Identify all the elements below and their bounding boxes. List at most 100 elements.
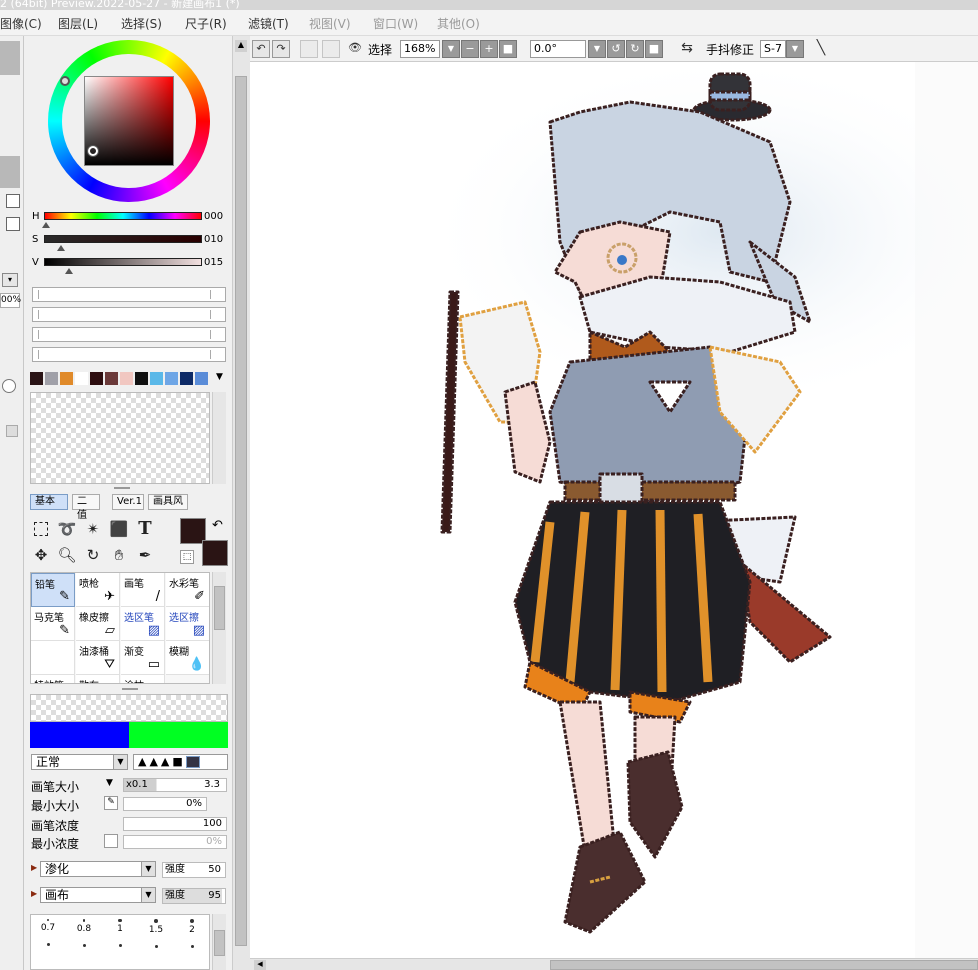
empty-slider-4[interactable] <box>32 347 226 362</box>
line-tool-icon[interactable]: ╲ <box>812 40 830 58</box>
move-icon[interactable]: ✥ <box>30 544 52 566</box>
hand-icon[interactable]: ✋︎ <box>108 544 130 566</box>
brush-slot[interactable]: 散布 <box>76 675 120 683</box>
brush-slot[interactable]: 模糊 💧 <box>166 641 209 675</box>
layer-mode-icon[interactable] <box>2 379 16 393</box>
lasso-icon[interactable]: ➰ <box>56 518 78 540</box>
swatch-menu-icon[interactable]: ▼ <box>216 372 223 382</box>
menu-other[interactable]: 其他(O) <box>437 15 480 32</box>
menu-filter[interactable]: 滤镜(T) <box>248 15 289 32</box>
brush-slot[interactable] <box>31 641 75 675</box>
size-preset[interactable]: 1 <box>103 915 137 953</box>
rotation-dropdown-icon[interactable]: ▼ <box>588 40 606 58</box>
zoom-dropdown-icon[interactable]: ▼ <box>442 40 460 58</box>
brush-slot[interactable]: 喷枪 ✈ <box>76 573 120 607</box>
color-swatch[interactable] <box>120 372 133 385</box>
min-size-pressure-icon[interactable]: ✎ <box>104 796 118 810</box>
size-preset[interactable]: 0.7 <box>31 915 65 953</box>
panel-scroll-up-icon[interactable]: ▲ <box>235 40 247 52</box>
swap-colors-icon[interactable]: ↶ <box>212 518 223 533</box>
menu-ruler[interactable]: 尺子(R) <box>185 15 227 32</box>
color-swatch[interactable] <box>60 372 73 385</box>
zoom-icon[interactable]: 🔍︎ <box>56 544 78 566</box>
stabilizer-field[interactable]: S-7 <box>760 40 786 58</box>
size-presets-scrollbar[interactable] <box>212 914 226 970</box>
bleed-mode-select[interactable]: 渗化 ▼ <box>40 861 156 877</box>
brush-size-slider[interactable]: x0.1 3.3 <box>123 778 227 792</box>
menu-view[interactable]: 视图(V) <box>309 15 351 32</box>
hue-slider-handle[interactable] <box>42 222 50 228</box>
flip-horizontal-icon[interactable]: ⇆ <box>678 40 696 58</box>
color-swatch[interactable] <box>150 372 163 385</box>
scratch-pad[interactable] <box>30 392 210 484</box>
canvas[interactable] <box>250 62 978 970</box>
scratch-pad-scrollbar[interactable] <box>212 392 226 484</box>
value-slider-handle[interactable] <box>65 268 73 274</box>
text-tool-icon[interactable]: T <box>134 518 156 540</box>
panel-divider-2[interactable] <box>122 688 138 690</box>
saturation-slider-handle[interactable] <box>57 245 65 251</box>
color-swatch[interactable] <box>105 372 118 385</box>
menu-image[interactable]: 图像(C) <box>0 15 42 32</box>
texture-strength-slider[interactable]: 强度 95 <box>162 888 226 904</box>
rect-select-icon[interactable] <box>30 518 52 540</box>
color-swatch[interactable] <box>75 372 88 385</box>
deselect-icon[interactable] <box>300 40 318 58</box>
min-size-slider[interactable]: 0% <box>123 797 207 811</box>
empty-slider-3[interactable] <box>32 327 226 342</box>
nav-zoom-field[interactable]: 00% <box>0 293 21 308</box>
rotation-reset-icon[interactable]: ■ <box>645 40 663 58</box>
size-preset[interactable]: 1.5 <box>139 915 173 953</box>
empty-slider-1[interactable] <box>32 287 226 302</box>
brush-grid-scrollbar[interactable] <box>212 572 226 684</box>
zoom-in-icon[interactable]: + <box>480 40 498 58</box>
brush-slot[interactable]: 油漆桶 ⛛ <box>76 641 120 675</box>
min-density-checkbox[interactable] <box>104 834 118 848</box>
color-swatch[interactable] <box>195 372 208 385</box>
panel-divider[interactable] <box>114 487 130 489</box>
nav-button-b[interactable] <box>6 217 20 231</box>
blend-mode-select[interactable]: 正常 ▼ <box>31 754 128 770</box>
rotate-ccw-icon[interactable]: ↺ <box>607 40 625 58</box>
stabilizer-dropdown-icon[interactable]: ▼ <box>786 40 804 58</box>
color-swatch[interactable] <box>90 372 103 385</box>
bleed-expand-icon[interactable]: ▶ <box>31 863 37 872</box>
color-swatch[interactable] <box>30 372 43 385</box>
nav-dropdown-icon[interactable]: ▾ <box>2 273 18 287</box>
invert-selection-icon[interactable] <box>322 40 340 58</box>
panel-scrollbar[interactable]: ▲ <box>232 36 250 970</box>
saturation-slider[interactable] <box>44 235 202 243</box>
nav-button-a[interactable] <box>6 194 20 208</box>
hscroll-left-icon[interactable]: ◀ <box>254 960 266 970</box>
brush-size-dropdown-icon[interactable]: ▼ <box>106 778 113 788</box>
layer-scroll-up-icon[interactable] <box>6 425 18 437</box>
sv-picker-handle[interactable] <box>88 146 98 156</box>
zoom-reset-icon[interactable]: ■ <box>499 40 517 58</box>
hue-slider[interactable] <box>44 212 202 220</box>
brush-shape-selector[interactable]: ▲▲▲■ <box>133 754 228 770</box>
tab-tool-style[interactable]: 画具风 <box>148 494 188 510</box>
eye-icon[interactable]: 👁︎ <box>346 40 364 58</box>
brush-slot[interactable]: 铅笔 ✎ <box>31 573 75 607</box>
texture-mode-select[interactable]: 画布 ▼ <box>40 887 156 903</box>
menu-window[interactable]: 窗口(W) <box>373 15 418 32</box>
brush-slot[interactable]: 马克笔 ✎ <box>31 607 75 641</box>
brush-slot[interactable]: 橡皮擦 ▱ <box>76 607 120 641</box>
brush-slot[interactable]: 选区笔 ▨ <box>121 607 165 641</box>
color-wheel[interactable] <box>48 40 210 202</box>
magic-wand-icon[interactable]: ✴ <box>82 518 104 540</box>
canvas-hscrollbar[interactable]: ◀ <box>250 958 978 970</box>
tab-binary[interactable]: 二值 <box>72 494 100 521</box>
zoom-field[interactable]: 168% <box>400 40 440 58</box>
brush-slot[interactable]: 涂抹 <box>121 675 165 683</box>
transparent-color-icon[interactable]: ⬚ <box>180 550 194 564</box>
size-preset[interactable]: 0.8 <box>67 915 101 953</box>
eyedropper-icon[interactable]: ✒ <box>134 544 156 566</box>
tab-ver1[interactable]: Ver.1 <box>112 494 144 510</box>
color-swatch[interactable] <box>180 372 193 385</box>
hue-picker-handle[interactable] <box>60 76 70 86</box>
color-swatch[interactable] <box>135 372 148 385</box>
brush-slot[interactable]: 水彩笔 ✐ <box>166 573 209 607</box>
background-color[interactable] <box>202 540 228 566</box>
bleed-strength-slider[interactable]: 强度 50 <box>162 862 226 878</box>
